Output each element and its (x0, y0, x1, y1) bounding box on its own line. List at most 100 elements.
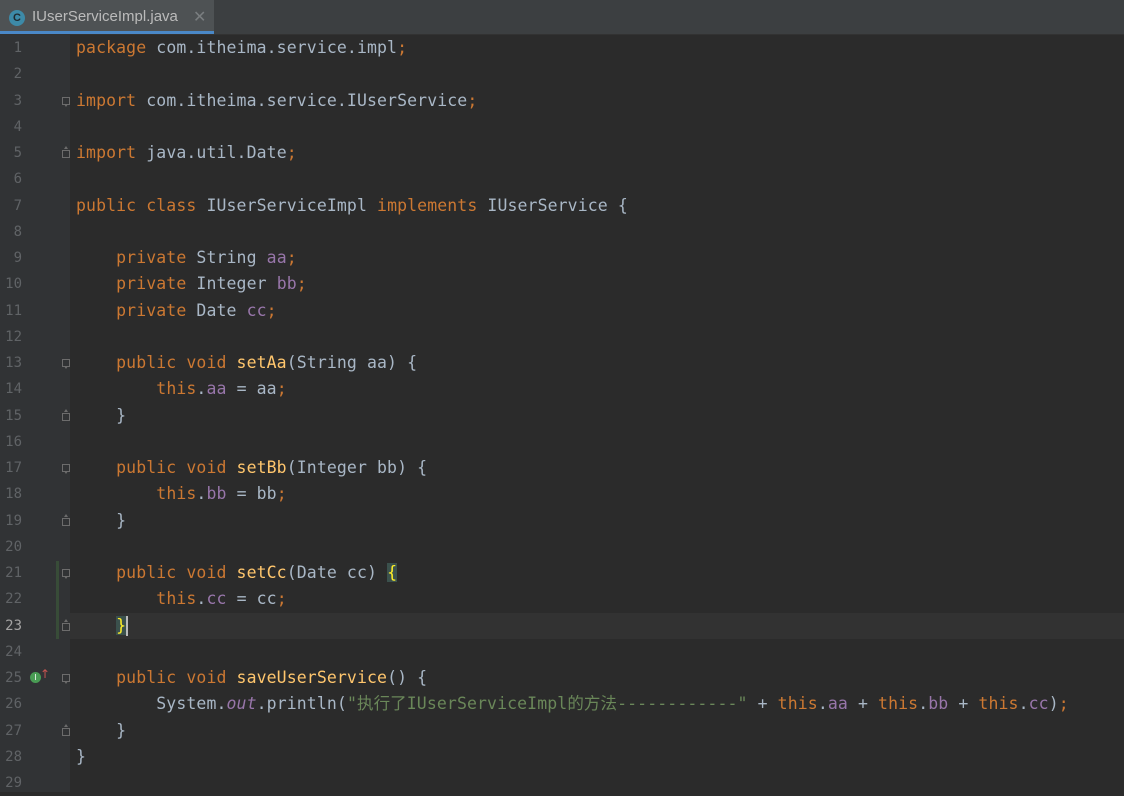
code-line[interactable]: System.out.println("执行了IUserServiceImpl的… (76, 691, 1069, 717)
code-token: = cc (226, 589, 277, 609)
code-token: (String aa) { (286, 353, 418, 372)
line-number[interactable]: 23 (0, 613, 22, 639)
editor-tab-iuserserviceimpl[interactable]: C IUserServiceImpl.java ✕ (0, 0, 214, 34)
line-number[interactable]: 4 (0, 114, 22, 140)
code-line[interactable]: private String aa; (76, 245, 297, 271)
fold-expand-icon[interactable] (62, 674, 70, 684)
line-number[interactable]: 10 (0, 271, 22, 297)
code-line[interactable]: public void setCc(Date cc) { (76, 560, 398, 586)
code-line[interactable]: } (76, 403, 126, 429)
code-token: public void (116, 458, 237, 477)
fold-collapse-icon[interactable] (62, 146, 70, 158)
line-number[interactable]: 20 (0, 534, 22, 560)
code-line[interactable]: this.cc = cc; (76, 586, 287, 612)
code-token: . (1018, 694, 1029, 714)
fold-collapse-icon[interactable] (62, 513, 70, 526)
code-line[interactable]: public class IUserServiceImpl implements… (76, 193, 628, 219)
fold-collapse-icon[interactable] (62, 618, 70, 631)
code-token: this (777, 694, 818, 714)
code-line[interactable]: private Integer bb; (76, 271, 307, 297)
code-token: bb (276, 274, 297, 294)
line-number[interactable]: 19 (0, 508, 22, 534)
line-number[interactable]: 6 (0, 166, 22, 192)
line-number[interactable]: 13 (0, 350, 22, 376)
code-line[interactable]: } (76, 744, 86, 770)
code-line[interactable]: } (76, 613, 129, 639)
code-token: ; (276, 484, 287, 504)
code-line[interactable]: } (76, 718, 126, 744)
fold-expand-icon[interactable] (62, 569, 70, 579)
line-number[interactable]: 7 (0, 193, 22, 219)
code-token: + (847, 694, 879, 714)
go-to-interface-arrow-icon[interactable]: ↑ (40, 667, 50, 681)
code-line[interactable]: public void setAa(String aa) { (76, 350, 417, 376)
code-line[interactable]: public void saveUserService() { (76, 665, 427, 691)
line-number[interactable]: 18 (0, 481, 22, 507)
fold-collapse-icon[interactable] (62, 408, 70, 421)
line-number[interactable]: 24 (0, 639, 22, 665)
code-token: + (747, 694, 778, 714)
line-number[interactable]: 15 (0, 403, 22, 429)
line-number[interactable]: 27 (0, 718, 22, 744)
line-number[interactable]: 9 (0, 245, 22, 271)
fold-collapse-icon[interactable] (62, 723, 70, 736)
code-token: aa (206, 379, 227, 399)
code-line[interactable]: private Date cc; (76, 298, 277, 324)
line-number[interactable]: 26 (0, 691, 22, 717)
code-token: com.itheima.service.IUserService (146, 90, 468, 110)
code-token: String (196, 248, 267, 267)
code-token: } (76, 405, 127, 425)
line-number[interactable]: 5 (0, 140, 22, 166)
code-token: this (878, 694, 919, 714)
line-number[interactable]: 22 (0, 586, 22, 612)
vcs-change-marker[interactable] (56, 561, 59, 639)
code-token: Date (196, 300, 247, 320)
line-number-gutter[interactable]: I ↑ 1 2 3 4 5 6 7 8 9 10 11 12 13 14 15 16 17 18 19 20 21 22 2… (0, 35, 70, 792)
code-token: aa (827, 694, 848, 714)
line-number[interactable]: 8 (0, 219, 22, 245)
code-token: setCc (236, 563, 287, 582)
code-token: saveUserService (236, 668, 388, 687)
line-number[interactable]: 11 (0, 298, 22, 324)
code-token: = bb (226, 484, 277, 504)
line-number[interactable]: 25 (0, 665, 22, 691)
code-token: implements (377, 195, 488, 215)
code-token: (Date cc) (286, 563, 388, 582)
line-number[interactable]: 21 (0, 560, 22, 586)
line-number[interactable]: 3 (0, 88, 22, 114)
code-line[interactable]: import java.util.Date; (76, 140, 297, 166)
line-number[interactable]: 14 (0, 376, 22, 402)
line-number[interactable]: 2 (0, 61, 22, 87)
code-line[interactable]: public void setBb(Integer bb) { (76, 455, 427, 481)
close-tab-icon[interactable]: ✕ (193, 7, 206, 27)
code-line[interactable]: } (76, 508, 126, 534)
line-number[interactable]: 17 (0, 455, 22, 481)
code-line[interactable]: this.aa = aa; (76, 376, 287, 402)
code-line[interactable]: this.bb = bb; (76, 481, 287, 507)
code-line[interactable]: import com.itheima.service.IUserService; (76, 88, 477, 114)
fold-expand-icon[interactable] (62, 464, 70, 474)
line-number[interactable]: 29 (0, 770, 22, 796)
fold-expand-icon[interactable] (62, 359, 70, 369)
code-token: private (116, 248, 197, 267)
code-token: this (156, 589, 197, 609)
code-token: public class (76, 195, 207, 215)
fold-expand-icon[interactable] (62, 96, 70, 107)
code-token: IUserService { (487, 195, 628, 215)
code-token: () { (387, 668, 428, 687)
code-token: ; (276, 589, 287, 609)
line-number[interactable]: 28 (0, 744, 22, 770)
code-token: ) (1048, 694, 1059, 714)
code-line[interactable]: package com.itheima.service.impl; (76, 35, 407, 61)
line-number[interactable]: 1 (0, 35, 22, 61)
code-editor[interactable]: I ↑ 1 2 3 4 5 6 7 8 9 10 11 12 13 14 15 16 17 18 19 20 21 22 2… (0, 35, 1124, 792)
line-number[interactable]: 16 (0, 429, 22, 455)
line-number[interactable]: 12 (0, 324, 22, 350)
code-token: + (948, 694, 979, 714)
